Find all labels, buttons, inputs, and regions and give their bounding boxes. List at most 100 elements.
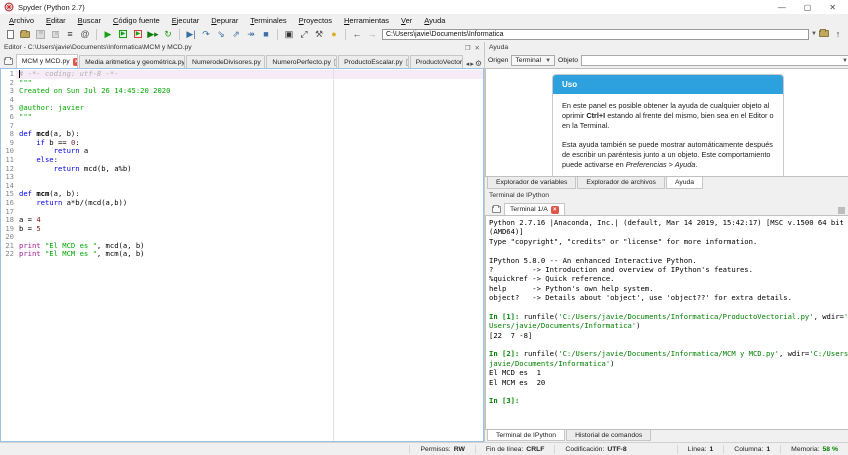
object-combobox[interactable]: ▼ [581, 55, 848, 66]
console-tab-terminal-1a[interactable]: Terminal 1/A × [504, 203, 565, 215]
usage-card-title: Uso [553, 75, 783, 94]
maximize-pane-icon[interactable]: ▣ [282, 28, 296, 41]
scroll-tabs-right-icon[interactable]: ▸ [470, 60, 474, 68]
rerun-icon[interactable]: ↻ [161, 28, 175, 41]
pythonpath-icon[interactable]: ● [327, 28, 341, 41]
console-panel-header: Terminal de IPython ❐ ✕ [485, 190, 848, 201]
title-bar: Spyder (Python 2.7) — ▢ ✕ [0, 0, 848, 14]
open-file-icon[interactable] [18, 28, 32, 41]
maximize-button[interactable]: ▢ [804, 3, 812, 12]
menu-editar[interactable]: Editar [41, 15, 71, 26]
forward-icon[interactable]: → [365, 28, 379, 41]
browse-tabs-icon[interactable] [2, 55, 16, 68]
step-return-icon[interactable]: ⇗ [229, 28, 243, 41]
code-editor[interactable]: 12345678910111213141516171819202122 # -*… [0, 68, 484, 442]
editor-close-icon[interactable]: ✕ [475, 44, 480, 52]
usage-card: Uso En este panel es posible obtener la … [552, 74, 784, 176]
console-tabbar: Terminal 1/A × ✎ ⚙ [485, 201, 848, 215]
directory-dropdown-icon[interactable]: ▼ [811, 31, 817, 37]
run-cell-icon[interactable]: ▶ [116, 28, 130, 41]
step-into-icon[interactable]: ⇘ [214, 28, 228, 41]
tab-explorador-variables[interactable]: Explorador de variables [487, 177, 576, 189]
new-file-icon[interactable] [3, 28, 17, 41]
menu-bar: Archivo Editar Buscar Código fuente Ejec… [0, 14, 848, 26]
tab-historial-comandos[interactable]: Historial de comandos [566, 430, 651, 441]
tab-terminal-ipython[interactable]: Terminal de IPython [487, 430, 565, 441]
editor-options-icon[interactable]: ⚙ [475, 59, 482, 68]
tab-close-icon[interactable]: × [73, 58, 78, 66]
help-content: Uso En este panel es posible obtener la … [485, 68, 848, 177]
menu-terminales[interactable]: Terminales [245, 15, 291, 26]
main-area: Editor - C:\Users\javie\Documents\Inform… [0, 42, 848, 442]
line-status: Línea:1 [677, 445, 724, 454]
menu-depurar[interactable]: Depurar [206, 15, 243, 26]
console-body: Python 2.7.16 |Anaconda, Inc.| (default,… [485, 215, 848, 430]
run-cell-advance-icon[interactable]: ▶ [131, 28, 145, 41]
permissions-status: Permisos:RW [409, 445, 474, 454]
debug-icon[interactable]: ▶| [184, 28, 198, 41]
editor-tab-numeroperfecto[interactable]: NumeroPerfecto.py × [266, 55, 337, 68]
find-symbols-icon[interactable]: @ [78, 28, 92, 41]
right-column: Ayuda ❐ ✕ Origen Terminal ▼ Objeto ▼ ⚙ [484, 42, 848, 442]
menu-archivo[interactable]: Archivo [4, 15, 39, 26]
console-panel-title: Terminal de IPython [489, 192, 848, 199]
editor-tab-numerodedivisores[interactable]: NumerodeDivisores.py × [186, 55, 265, 68]
parent-directory-icon[interactable]: ↑ [831, 28, 845, 41]
editor-tab-mcm-y-mcd[interactable]: MCM y MCD.py × [16, 54, 78, 68]
menu-ejecutar[interactable]: Ejecutar [167, 15, 205, 26]
memory-status: Memoria:58 % [780, 445, 848, 454]
editor-tab-media-aritmetica[interactable]: Media aritmetica y geométrica.py × [79, 55, 185, 68]
editor-tab-productovectorial[interactable]: ProductoVectori [410, 55, 463, 68]
tab-explorador-archivos[interactable]: Explorador de archivos [577, 177, 665, 189]
eol-status: Fin de línea:CRLF [475, 445, 555, 454]
preferences-icon[interactable]: ⚒ [312, 28, 326, 41]
editor-panel-title: Editor - C:\Users\javie\Documents\Inform… [4, 44, 465, 51]
back-icon[interactable]: ← [350, 28, 364, 41]
close-button[interactable]: ✕ [829, 3, 836, 12]
spyder-logo-icon [4, 2, 14, 12]
save-icon[interactable] [33, 28, 47, 41]
menu-buscar[interactable]: Buscar [73, 15, 106, 26]
menu-proyectos[interactable]: Proyectos [294, 15, 337, 26]
line-number-gutter: 12345678910111213141516171819202122 [1, 69, 16, 441]
usage-paragraph-1: En este panel es posible obtener la ayud… [562, 101, 774, 132]
menu-ayuda[interactable]: Ayuda [419, 15, 450, 26]
column-status: Columna:1 [723, 445, 780, 454]
editor-undock-icon[interactable]: ❐ [465, 44, 471, 52]
usage-paragraph-2: Esta ayuda también se puede mostrar auto… [562, 140, 774, 171]
help-bottom-tabs: Explorador de variables Explorador de ar… [485, 177, 848, 190]
status-bar: Permisos:RW Fin de línea:CRLF Codificaci… [0, 442, 848, 455]
scroll-tabs-left-icon[interactable]: ◂ [466, 60, 470, 68]
menu-codigo-fuente[interactable]: Código fuente [108, 15, 165, 26]
encoding-status: Codificación:UTF-8 [554, 445, 636, 454]
tab-close-icon[interactable]: × [406, 59, 409, 66]
run-selection-icon[interactable]: ▶▸ [146, 28, 160, 41]
menu-herramientas[interactable]: Herramientas [339, 15, 394, 26]
minimize-button[interactable]: — [778, 3, 786, 12]
continue-icon[interactable]: ↠ [244, 28, 258, 41]
code-text[interactable]: # -*- coding: utf-8 -*-"""Created on Sun… [16, 69, 483, 441]
tab-close-icon[interactable]: × [264, 59, 266, 66]
run-icon[interactable]: ▶ [101, 28, 115, 41]
main-toolbar: ≡ @ ▶ ▶ ▶ ▶▸ ↻ ▶| ↷ ⇘ ⇗ ↠ ■ ▣ ⤢ ⚒ ● ← → … [0, 26, 848, 42]
editor-tab-productoescalar[interactable]: ProductoEscalar.py × [338, 55, 409, 68]
ipython-console-panel: Terminal de IPython ❐ ✕ Terminal 1/A × ✎… [485, 190, 848, 442]
working-directory-input[interactable]: C:\Users\javie\Documents\Informatica [382, 29, 809, 40]
save-all-icon[interactable] [48, 28, 62, 41]
menu-ver[interactable]: Ver [396, 15, 417, 26]
file-switcher-icon[interactable]: ≡ [63, 28, 77, 41]
help-toolbar: Origen Terminal ▼ Objeto ▼ ⚙ [485, 53, 848, 68]
tab-ayuda[interactable]: Ayuda [666, 177, 703, 189]
source-select[interactable]: Terminal ▼ [511, 55, 555, 66]
source-label: Origen [488, 57, 508, 64]
new-console-icon[interactable] [488, 203, 504, 215]
stop-debug-icon[interactable]: ■ [259, 28, 273, 41]
step-over-icon[interactable]: ↷ [199, 28, 213, 41]
console-tab-close-icon[interactable]: × [551, 206, 559, 214]
browse-directory-icon[interactable] [819, 30, 829, 39]
interrupt-kernel-icon[interactable] [838, 207, 845, 214]
fullscreen-icon[interactable]: ⤢ [297, 28, 311, 41]
help-panel-header: Ayuda ❐ ✕ [485, 42, 848, 53]
console-output[interactable]: Python 2.7.16 |Anaconda, Inc.| (default,… [486, 216, 848, 429]
tab-close-icon[interactable]: × [334, 59, 337, 66]
